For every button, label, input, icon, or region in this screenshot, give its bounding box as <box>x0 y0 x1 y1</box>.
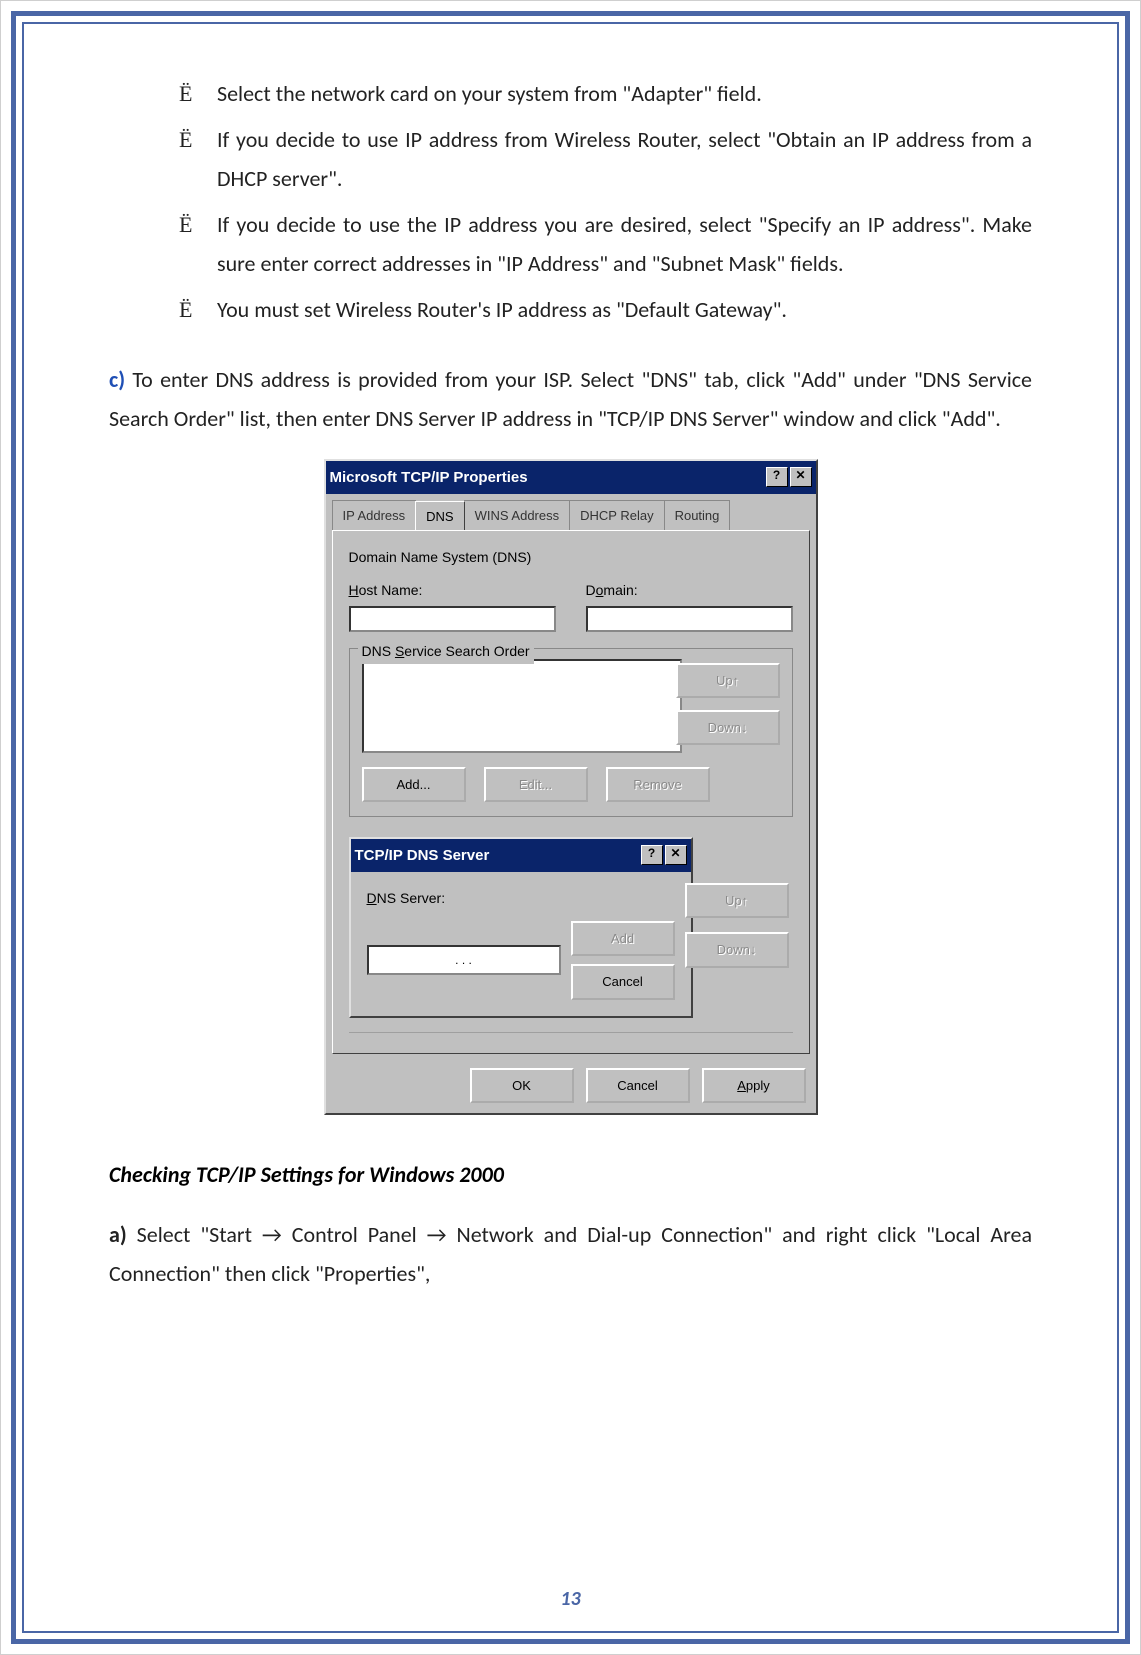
domain-label: Domain: <box>586 578 793 603</box>
domain-label-pre: D <box>586 582 596 598</box>
dns-search-order-group: DNS Service Search Order Up↑ Down↓ Add..… <box>349 648 793 817</box>
dialog-title: Microsoft TCP/IP Properties <box>330 464 528 491</box>
dialog-screenshot: Microsoft TCP/IP Properties ? ✕ IP Addre… <box>109 459 1032 1116</box>
sub-help-button[interactable]: ? <box>641 845 663 865</box>
dns-section-label: Domain Name System (DNS) <box>349 545 793 570</box>
domain-label-post: main: <box>603 582 637 598</box>
arrow-icon: → <box>262 1221 282 1248</box>
domain-field: Domain: <box>586 578 793 631</box>
bullet-text: You must set Wireless Router's IP addres… <box>217 296 787 323</box>
dns-server-label: DNS Server: <box>367 886 675 911</box>
close-button[interactable]: ✕ <box>790 467 812 487</box>
section-a-text-2: Control Panel <box>282 1221 427 1248</box>
down-button[interactable]: Down↓ <box>676 710 780 745</box>
add-edit-remove-row: Add... Edit... Remove <box>362 767 682 802</box>
tab-ip-address[interactable]: IP Address <box>332 500 417 530</box>
edit-button[interactable]: Edit... <box>484 767 588 802</box>
win2000-heading: Checking TCP/IP Settings for Windows 200… <box>109 1155 1032 1195</box>
sub-dialog-titlebar: TCP/IP DNS Server ? ✕ <box>351 839 691 872</box>
bullet-marker: Ё <box>179 290 192 330</box>
tcpip-properties-dialog: Microsoft TCP/IP Properties ? ✕ IP Addre… <box>324 459 818 1116</box>
section-c-paragraph: c) To enter DNS address is provided from… <box>109 360 1032 439</box>
page-outer: Ё Select the network card on your system… <box>0 0 1141 1655</box>
arrow-icon: → <box>427 1221 447 1248</box>
bullet-marker: Ё <box>179 74 192 114</box>
titlebar-buttons: ? ✕ <box>766 467 812 487</box>
tab-routing[interactable]: Routing <box>664 500 731 530</box>
group-title-post: ervice Search Order <box>404 643 529 659</box>
hostname-input[interactable] <box>349 606 556 632</box>
section-a-paragraph: a) Select "Start → Control Panel → Netwo… <box>109 1215 1032 1294</box>
bullet-marker: Ё <box>179 120 192 160</box>
bullet-text: If you decide to use IP address from Wir… <box>217 126 1032 193</box>
obscured-row <box>349 1032 793 1043</box>
up-down-buttons: Up↑ Down↓ <box>676 663 780 746</box>
section-c-prefix: c) <box>109 366 125 393</box>
dialog-titlebar: Microsoft TCP/IP Properties ? ✕ <box>326 461 816 494</box>
bullet-item: Ё You must set Wireless Router's IP addr… <box>179 290 1032 330</box>
bullet-list: Ё Select the network card on your system… <box>179 74 1032 330</box>
sub-titlebar-buttons: ? ✕ <box>641 845 687 865</box>
sub-right-buttons: Up↑ Down↓ <box>685 883 789 968</box>
sub-add-button[interactable]: Add <box>571 921 675 956</box>
tcpip-dns-server-dialog: TCP/IP DNS Server ? ✕ DNS Server: <box>349 837 693 1018</box>
ok-button[interactable]: OK <box>470 1068 574 1103</box>
dns-label-post: S Server: <box>387 890 445 906</box>
section-c-text: To enter DNS address is provided from yo… <box>109 366 1032 433</box>
page-number: 13 <box>24 1587 1117 1611</box>
bullet-item: Ё If you decide to use IP address from W… <box>179 120 1032 199</box>
hostname-label: Host Name: <box>349 578 556 603</box>
remove-button[interactable]: Remove <box>606 767 710 802</box>
hostname-field: Host Name: <box>349 578 556 631</box>
groupbox-title: DNS Service Search Order <box>358 639 534 664</box>
bullet-item: Ё Select the network card on your system… <box>179 74 1032 114</box>
dialog-bottom-buttons: OK Cancel Apply <box>326 1060 816 1113</box>
dns-server-ip-input[interactable]: . . . <box>367 945 561 975</box>
sub-cancel-button[interactable]: Cancel <box>571 964 675 999</box>
tab-dhcp-relay[interactable]: DHCP Relay <box>569 500 664 530</box>
page-frame: Ё Select the network card on your system… <box>11 11 1130 1644</box>
sub-dialog-title: TCP/IP DNS Server <box>355 842 490 869</box>
dns-label-u: D <box>367 890 377 906</box>
hostname-domain-row: Host Name: Domain: <box>349 578 793 631</box>
section-a-text-1: Select "Start <box>127 1221 262 1248</box>
section-a-prefix: a) <box>109 1221 127 1248</box>
sub-down-button[interactable]: Down↓ <box>685 932 789 967</box>
up-button[interactable]: Up↑ <box>676 663 780 698</box>
tab-wins-address[interactable]: WINS Address <box>464 500 571 530</box>
dns-label-mid: N <box>377 890 387 906</box>
apply-rest: ply <box>753 1078 770 1093</box>
sub-dialog-body: DNS Server: . . . Add Cancel <box>351 872 691 1016</box>
page-inner-frame: Ё Select the network card on your system… <box>22 22 1119 1633</box>
hostname-label-rest: ost Name: <box>359 582 423 598</box>
hostname-label-u: H <box>349 582 359 598</box>
group-title-u: S <box>395 643 404 659</box>
bullet-text: If you decide to use the IP address you … <box>217 211 1032 278</box>
domain-input[interactable] <box>586 606 793 632</box>
sub-up-button[interactable]: Up↑ <box>685 883 789 918</box>
add-button[interactable]: Add... <box>362 767 466 802</box>
help-button[interactable]: ? <box>766 467 788 487</box>
apply-button[interactable]: Apply <box>702 1068 806 1103</box>
apply-a: A <box>737 1078 746 1093</box>
sub-field-row: . . . Add Cancel <box>367 921 675 1000</box>
cancel-button[interactable]: Cancel <box>586 1068 690 1103</box>
group-title-pre: DNS <box>362 643 395 659</box>
bullet-text: Select the network card on your system f… <box>217 80 762 107</box>
dns-order-listbox[interactable] <box>362 659 682 753</box>
document-content: Ё Select the network card on your system… <box>109 74 1032 1294</box>
bullet-item: Ё If you decide to use the IP address yo… <box>179 205 1032 284</box>
tab-row: IP Address DNS WINS Address DHCP Relay R… <box>332 500 810 530</box>
sub-close-button[interactable]: ✕ <box>665 845 687 865</box>
ip-dots: . . . <box>455 950 472 972</box>
tab-dns[interactable]: DNS <box>415 501 464 531</box>
tab-body: Domain Name System (DNS) Host Name: Doma… <box>332 530 810 1054</box>
bullet-marker: Ё <box>179 205 192 245</box>
